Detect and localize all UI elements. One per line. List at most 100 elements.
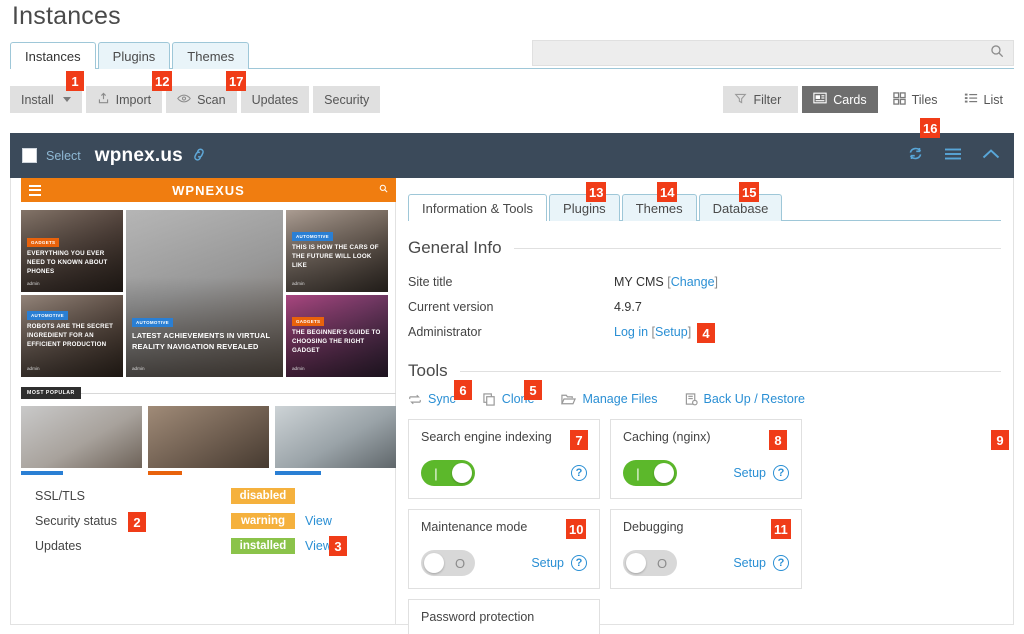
refresh-icon[interactable] [907, 145, 924, 166]
tiles-label: Tiles [911, 92, 938, 107]
instance-body: WPNEXUS GADGETS EVERYTHING YOU EVER NEED… [10, 178, 1014, 634]
detail-tabs: Information & Tools Plugins Themes Datab… [408, 194, 1001, 221]
help-icon[interactable]: ? [773, 465, 789, 481]
preview-card-tag: AUTOMOTIVE [27, 311, 68, 320]
preview-hero-grid: GADGETS EVERYTHING YOU EVER NEED TO KNOW… [21, 210, 396, 377]
tab-themes[interactable]: Themes [172, 42, 250, 69]
tab-plugins[interactable]: Plugins [549, 194, 620, 221]
chevron-down-icon [62, 97, 71, 102]
divider [513, 247, 1001, 249]
annotation-badge-5: 5 [524, 380, 542, 400]
scan-label: Scan [197, 92, 226, 107]
chevron-up-icon[interactable] [982, 148, 1000, 164]
annotation-badge-17: 17 [226, 71, 247, 91]
view-tiles-button[interactable]: Tiles [881, 86, 949, 113]
view-cards-button[interactable]: Cards [802, 86, 878, 113]
tab-plugins[interactable]: Plugins [97, 42, 171, 69]
manage-files-label: Manage Files [582, 392, 658, 406]
preview-card-caption: THE BEGINNER'S GUIDE TO CHOOSING THE RIG… [292, 329, 381, 354]
change-site-title-link[interactable]: Change [671, 275, 715, 289]
annotation-badge-12: 12 [152, 71, 173, 91]
tab-information-tools[interactable]: Information & Tools [408, 194, 548, 221]
select-instance-checkbox[interactable] [22, 148, 37, 163]
help-icon[interactable]: ? [773, 555, 789, 571]
tools-links: Sync Clone Manage Files Back Up / Restor… [408, 392, 1001, 406]
info-key: Administrator [408, 324, 482, 339]
general-info-title: General Info [408, 238, 502, 257]
manage-files-link[interactable]: Manage Files [561, 392, 658, 406]
search-input[interactable] [532, 40, 1014, 66]
right-panel: Information & Tools Plugins Themes Datab… [396, 178, 1013, 634]
preview-card-tag: GADGETS [27, 238, 60, 247]
help-icon[interactable]: ? [571, 465, 587, 481]
preview-card-tag: AUTOMOTIVE [292, 232, 333, 241]
backup-icon [685, 392, 698, 406]
preview-card-tag: AUTOMOTIVE [132, 318, 173, 327]
most-popular-label: MOST POPULAR [21, 387, 81, 399]
most-popular-card [21, 406, 142, 475]
maintenance-mode-toggle[interactable]: O [421, 550, 475, 576]
updates-view-link[interactable]: View [305, 539, 332, 553]
toolbar-right: Filter Cards Tiles List [723, 86, 1014, 113]
search-icon [990, 44, 1004, 63]
preview-card-byline: admin [292, 281, 305, 286]
info-row: Current version 4.9.7 [408, 294, 1001, 319]
preview-card-tag: GADGETS [292, 317, 325, 326]
preview-card: GADGETS THE BEGINNER'S GUIDE TO CHOOSING… [286, 295, 388, 377]
most-popular-card [275, 406, 396, 475]
tab-instances[interactable]: Instances [10, 42, 96, 69]
preview-card: GADGETS EVERYTHING YOU EVER NEED TO KNOW… [21, 210, 123, 292]
status-row: SSL/TLS disabled [35, 483, 385, 508]
help-icon[interactable]: ? [571, 555, 587, 571]
search-engine-indexing-toggle[interactable]: | [421, 460, 475, 486]
sync-icon [408, 393, 422, 406]
instance-name: wpnex.us [94, 144, 183, 166]
security-view-link[interactable]: View [305, 514, 332, 528]
most-popular-grid [21, 406, 396, 475]
link-icon[interactable] [189, 144, 209, 166]
annotation-badge-10: 10 [566, 519, 587, 539]
backup-restore-link[interactable]: Back Up / Restore [685, 392, 805, 406]
caching-toggle[interactable]: | [623, 460, 677, 486]
divider [80, 392, 396, 394]
admin-setup-link[interactable]: Setup [655, 325, 688, 339]
site-preview[interactable]: WPNEXUS GADGETS EVERYTHING YOU EVER NEED… [21, 178, 396, 475]
status-row: Security status warning View [35, 508, 385, 533]
view-list-button[interactable]: List [952, 86, 1014, 113]
annotation-badge-11: 11 [771, 519, 791, 539]
left-panel: WPNEXUS GADGETS EVERYTHING YOU EVER NEED… [11, 178, 396, 624]
preview-site-title: WPNEXUS [172, 182, 245, 198]
admin-login-link[interactable]: Log in [614, 325, 648, 339]
security-button[interactable]: Security [313, 86, 381, 113]
instance-header-icons [907, 145, 1000, 166]
list-icon [964, 92, 978, 107]
active-tab-mask [11, 68, 79, 70]
updates-button[interactable]: Updates [240, 86, 310, 113]
list-label: List [983, 92, 1003, 107]
preview-card: AUTOMOTIVE THIS IS HOW THE CARS OF THE F… [286, 210, 388, 292]
most-popular-header: MOST POPULAR [21, 387, 396, 399]
select-label[interactable]: Select [46, 149, 81, 163]
annotation-badge-2: 2 [128, 512, 146, 532]
preview-card-byline: admin [27, 281, 40, 286]
sync-tool-link[interactable]: Sync [408, 392, 456, 406]
top-tabs: Instances Plugins Themes [10, 42, 250, 69]
preview-card-featured: AUTOMOTIVE LATEST ACHIEVEMENTS IN VIRTUA… [126, 210, 283, 377]
instance-header: Select wpnex.us [10, 133, 1014, 178]
card-setup-link[interactable]: Setup [733, 466, 766, 480]
filter-label: Filter [753, 92, 782, 107]
tools-header: Tools [408, 361, 1001, 381]
import-button[interactable]: Import [85, 86, 163, 113]
annotation-badge-6: 6 [454, 380, 472, 400]
debugging-toggle[interactable]: O [623, 550, 677, 576]
tiles-icon [892, 91, 906, 108]
preview-card-byline: admin [292, 366, 305, 371]
card-setup-link[interactable]: Setup [531, 556, 564, 570]
hamburger-menu-icon[interactable] [944, 147, 962, 165]
preview-card-caption: LATEST ACHIEVEMENTS IN VIRTUAL REALITY N… [132, 331, 271, 351]
filter-button[interactable]: Filter [723, 86, 799, 113]
page-title: Instances [12, 2, 121, 30]
card-setup-link[interactable]: Setup [733, 556, 766, 570]
card-title: Debugging [623, 520, 684, 534]
import-icon [97, 92, 110, 108]
